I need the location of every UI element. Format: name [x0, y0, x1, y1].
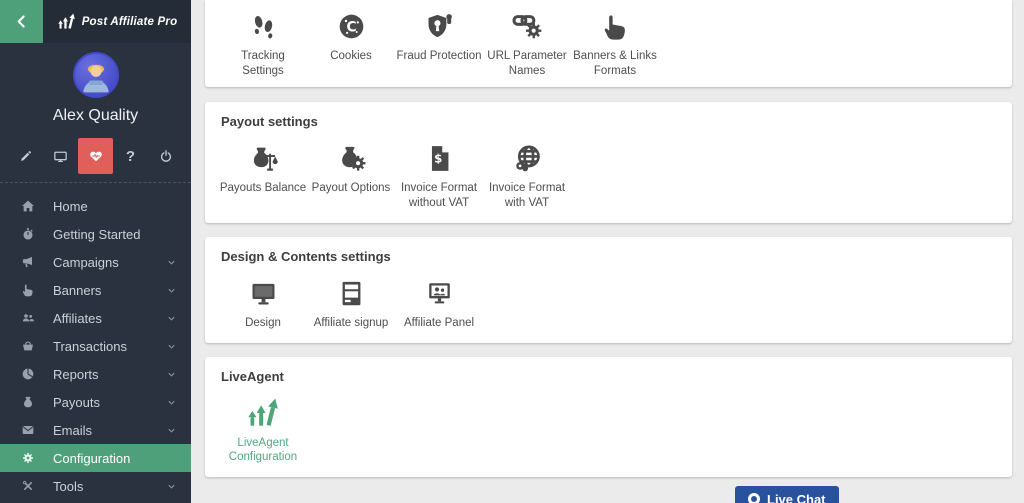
sidebar-item-configuration[interactable]: Configuration [0, 444, 191, 472]
edit-profile-button[interactable] [8, 138, 43, 174]
panel-payout-settings: Payout settings Payouts Balance Payout O… [205, 102, 1012, 222]
signup-form-icon [335, 277, 368, 310]
config-item-invoice-format-without-vat[interactable]: $ Invoice Format without VAT [395, 137, 483, 210]
panel-title: Payout settings [221, 114, 996, 129]
pencil-icon [18, 149, 33, 164]
money-bag-scales-icon [247, 142, 280, 175]
collapse-sidebar-button[interactable] [0, 0, 43, 43]
config-item-banners-links-formats[interactable]: Banners & Links Formats [571, 5, 659, 78]
link-gear-icon [511, 10, 544, 43]
invoice-dollar-icon: $ [423, 142, 456, 175]
config-item-cookies[interactable]: C Cookies [307, 5, 395, 78]
envelope-icon [20, 422, 36, 438]
heart-pulse-icon [87, 147, 105, 165]
tools-icon [20, 478, 36, 494]
avatar [73, 52, 119, 98]
sidebar-menu: Home Getting Started Campaigns Banners A… [0, 183, 191, 500]
config-item-liveagent-configuration[interactable]: LiveAgent Configuration [219, 392, 307, 465]
chevron-down-icon [166, 369, 177, 380]
growth-arrows-icon [57, 12, 76, 31]
config-item-payouts-balance[interactable]: Payouts Balance [219, 137, 307, 210]
health-status-button[interactable] [78, 138, 113, 174]
user-actions: ? [0, 136, 191, 176]
live-chat-icon [748, 493, 760, 503]
money-bag-icon [20, 394, 36, 410]
sidebar-item-home[interactable]: Home [0, 192, 191, 220]
chevron-left-icon [13, 13, 30, 30]
config-item-design[interactable]: Design [219, 272, 307, 331]
megaphone-icon [20, 254, 36, 270]
chevron-down-icon [166, 313, 177, 324]
sidebar: Post Affiliate Pro Alex Quality ? [0, 0, 191, 503]
brand-logo[interactable]: Post Affiliate Pro [43, 12, 191, 31]
brand-bar: Post Affiliate Pro [0, 0, 191, 43]
sidebar-item-campaigns[interactable]: Campaigns [0, 248, 191, 276]
footprints-icon [247, 10, 280, 43]
shield-icon [423, 10, 456, 43]
brand-name: Post Affiliate Pro [82, 16, 178, 28]
hand-pointer-icon [599, 10, 632, 43]
cookie-icon: C [335, 10, 368, 43]
sidebar-item-emails[interactable]: Emails [0, 416, 191, 444]
gear-icon [20, 450, 36, 466]
globe-invoice-icon [511, 142, 544, 175]
chevron-down-icon [166, 397, 177, 408]
panel-monitor-icon [423, 277, 456, 310]
config-item-tracking-settings[interactable]: Tracking Settings [219, 5, 307, 78]
sidebar-item-affiliates[interactable]: Affiliates [0, 304, 191, 332]
help-button[interactable]: ? [113, 138, 148, 174]
chevron-down-icon [166, 481, 177, 492]
sidebar-item-getting-started[interactable]: Getting Started [0, 220, 191, 248]
chevron-down-icon [166, 285, 177, 296]
monitor-icon [52, 148, 69, 165]
home-icon [20, 198, 36, 214]
svg-text:$: $ [434, 152, 442, 166]
basket-icon [20, 338, 36, 354]
user-profile: Alex Quality ? [0, 43, 191, 183]
live-chat-button[interactable]: Live Chat [735, 486, 839, 503]
config-item-payout-options[interactable]: Payout Options [307, 137, 395, 210]
panel-liveagent: LiveAgent LiveAgent Configuration [205, 357, 1012, 477]
sidebar-item-transactions[interactable]: Transactions [0, 332, 191, 360]
config-item-invoice-format-with-vat[interactable]: Invoice Format with VAT [483, 137, 571, 210]
sidebar-item-banners[interactable]: Banners [0, 276, 191, 304]
stopwatch-icon [20, 226, 36, 242]
sidebar-item-tools[interactable]: Tools [0, 472, 191, 500]
monitor-icon [247, 277, 280, 310]
chevron-down-icon [166, 425, 177, 436]
logout-button[interactable] [148, 138, 183, 174]
pie-chart-icon [20, 366, 36, 382]
users-icon [20, 310, 36, 326]
panel-tracking-settings: Tracking Settings C Cookies Fraud Protec… [205, 0, 1012, 87]
chevron-down-icon [166, 341, 177, 352]
panel-title: LiveAgent [221, 369, 996, 384]
content-area: Tracking Settings C Cookies Fraud Protec… [191, 0, 1024, 503]
sidebar-item-reports[interactable]: Reports [0, 360, 191, 388]
config-item-affiliate-panel[interactable]: Affiliate Panel [395, 272, 483, 331]
screen-preview-button[interactable] [43, 138, 78, 174]
svg-text:C: C [346, 19, 356, 35]
power-icon [158, 148, 174, 164]
hand-pointer-icon [20, 282, 36, 298]
chevron-down-icon [166, 257, 177, 268]
growth-arrows-icon [246, 396, 280, 430]
sidebar-item-payouts[interactable]: Payouts [0, 388, 191, 416]
config-item-url-parameter-names[interactable]: URL Parameter Names [483, 5, 571, 78]
avatar-illustration [75, 54, 117, 96]
panel-design-contents-settings: Design & Contents settings Design Affili… [205, 237, 1012, 343]
config-item-fraud-protection[interactable]: Fraud Protection [395, 5, 483, 78]
user-name: Alex Quality [0, 107, 191, 125]
money-bag-gear-icon [335, 142, 368, 175]
question-icon: ? [126, 148, 135, 165]
panel-title: Design & Contents settings [221, 249, 996, 264]
config-item-affiliate-signup[interactable]: Affiliate signup [307, 272, 395, 331]
